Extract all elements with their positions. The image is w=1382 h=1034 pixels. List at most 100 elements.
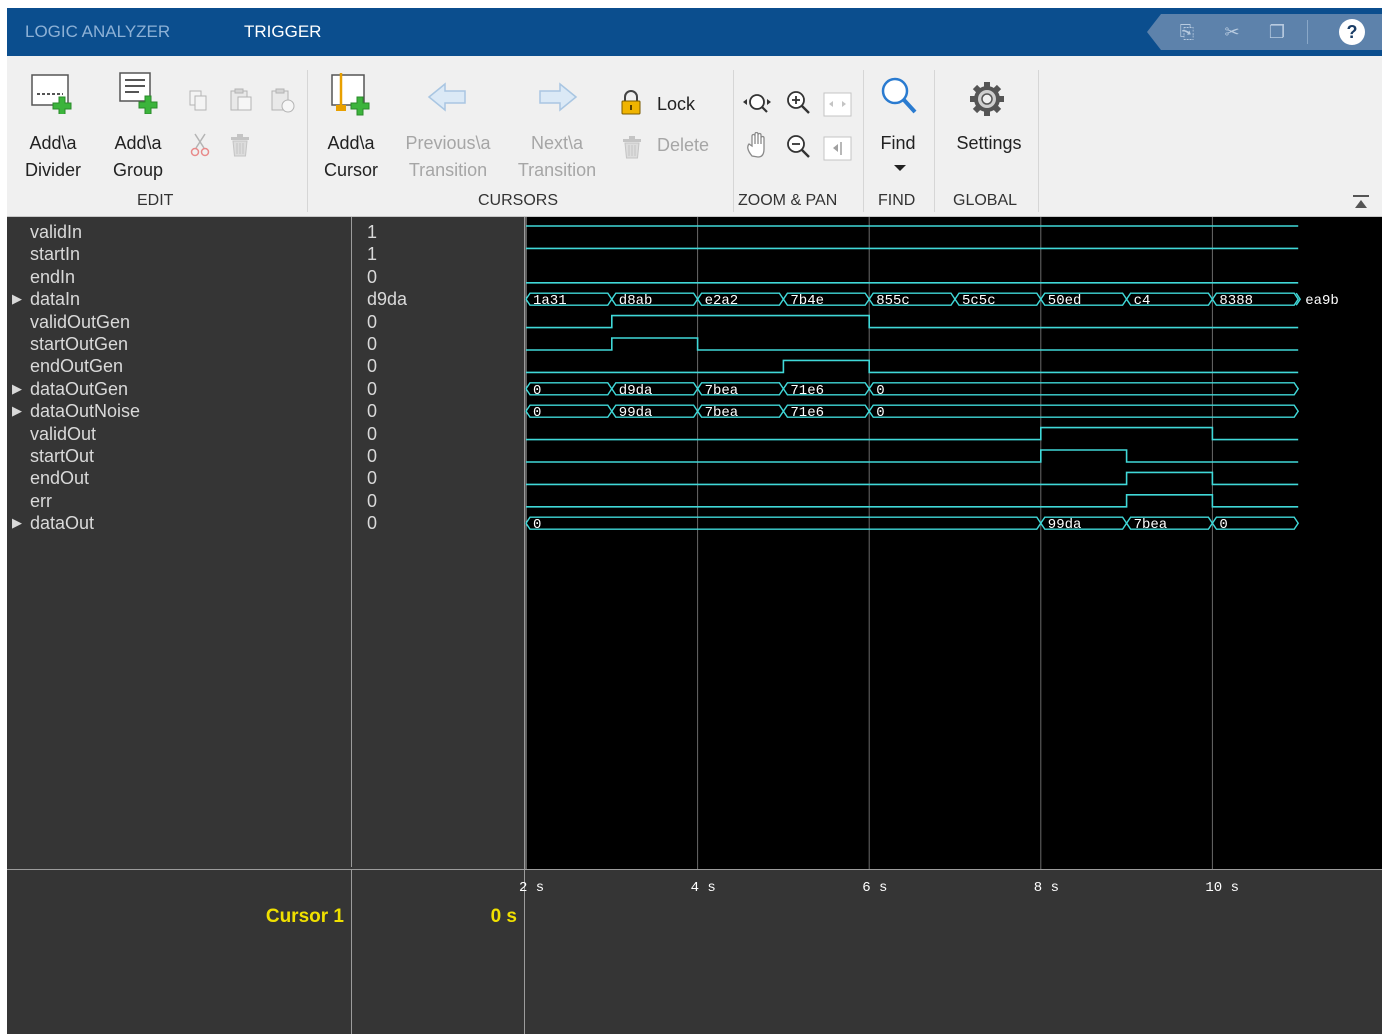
expand-dataOutNoise-icon[interactable]: ▶ (12, 400, 22, 422)
signal-name[interactable]: endIn (30, 266, 75, 288)
previous-transition-button[interactable]: Previous\a Transition (397, 130, 499, 184)
bus-value-label: e2a2 (705, 293, 739, 309)
bus-value-label: 855c (876, 293, 910, 309)
bus-value-label: ea9b (1305, 293, 1339, 309)
time-axis-panel: 2 s 4 s 6 s 8 s 10 s Cursor 1 0 s (7, 869, 1382, 1034)
signal-value: 0 (367, 423, 378, 444)
signal-name[interactable]: dataOutGen (30, 378, 128, 400)
bus-value-label: 7bea (1134, 517, 1168, 533)
collapse-toolstrip-icon[interactable] (1352, 194, 1370, 210)
time-tick-label: 6 s (862, 880, 888, 896)
delete-icon[interactable] (228, 132, 252, 158)
copy-icon[interactable]: ⎘ (1175, 20, 1199, 44)
signal-name[interactable]: endOutGen (30, 355, 123, 377)
signal-name[interactable]: dataOutNoise (30, 400, 140, 422)
bus-value-label: 7bea (705, 405, 739, 421)
logic-analyzer-window: LOGIC ANALYZER TRIGGER ⎘ ✂ ❐ ? Add\a Div… (7, 8, 1382, 1034)
signal-value: 0 (367, 401, 378, 422)
signal-value: 0 (367, 266, 378, 287)
bus-value-label: 0 (876, 383, 884, 399)
bus-segment (868, 382, 1300, 396)
bus-value-label: c4 (1134, 293, 1151, 309)
signal-name[interactable]: validOut (30, 423, 96, 445)
next-transition-button[interactable]: Next\a Transition (507, 130, 607, 184)
gear-icon (970, 82, 1004, 116)
add-group-button[interactable]: Add\a Group (105, 130, 171, 184)
tab-logic-analyzer[interactable]: LOGIC ANALYZER (25, 22, 170, 42)
bus-value-label: 0 (533, 405, 541, 421)
tab-bar: LOGIC ANALYZER TRIGGER ⎘ ✂ ❐ ? (7, 8, 1382, 56)
bus-value-label: 71e6 (790, 383, 824, 399)
signal-value: 0 (367, 446, 378, 466)
zoom-x-icon[interactable] (742, 92, 772, 116)
help-icon[interactable]: ? (1339, 19, 1365, 45)
find-icon (881, 77, 917, 114)
trace-startOutGen (526, 337, 1299, 351)
signal-name[interactable]: startOutGen (30, 333, 128, 355)
signal-name-column: validIn startIn endIn ▶ dataIn validOutGen sta… (7, 217, 351, 867)
pan-icon[interactable] (744, 132, 774, 160)
toolstrip: Add\a Divider Add\a Group EDIT Add\a Cur… (7, 56, 1382, 217)
signal-name[interactable]: err (30, 490, 52, 512)
quick-access-toolbar: ⎘ ✂ ❐ ? (1147, 14, 1382, 50)
bus-value-label: 8388 (1219, 293, 1253, 309)
zoom-in-icon[interactable] (786, 90, 812, 116)
paste-special-icon[interactable] (270, 88, 296, 114)
signal-name[interactable]: dataOut (30, 512, 94, 534)
cut-icon[interactable]: ✂ (1220, 20, 1244, 44)
signal-name[interactable]: startOut (30, 445, 94, 467)
signal-name[interactable]: validIn (30, 221, 82, 243)
find-button[interactable]: Find (869, 130, 927, 157)
add-cursor-icon (331, 73, 370, 116)
bus-segment (868, 404, 1300, 418)
signal-value: 0 (367, 311, 378, 332)
copy-icon[interactable] (189, 90, 209, 112)
signal-value: 0 (367, 356, 378, 377)
waveform-panel[interactable]: 1a31 d8ab e2a2 7b4e 855c 5c5c 50ed c4 8388 ea9b 0 d… (524, 217, 1382, 869)
zoom-pan-section-label: ZOOM & PAN (738, 192, 838, 209)
paste-icon[interactable]: ❐ (1265, 20, 1289, 44)
signal-name[interactable]: validOutGen (30, 311, 130, 333)
time-tick-label: 4 s (690, 880, 716, 896)
signal-value: 0 (367, 490, 378, 511)
signal-value: 1 (367, 244, 378, 265)
lock-button[interactable]: Lock (657, 91, 695, 118)
zoom-to-cursor-icon[interactable] (823, 136, 853, 162)
signal-name[interactable]: startIn (30, 243, 80, 265)
previous-transition-icon (427, 82, 466, 112)
bus-value-label: 7bea (705, 383, 739, 399)
next-transition-icon (539, 82, 578, 112)
expand-dataOut-icon[interactable]: ▶ (12, 512, 22, 534)
bus-value-label: 1a31 (533, 293, 567, 309)
time-tick-label: 10 s (1205, 880, 1239, 896)
trace-startOut (526, 449, 1299, 463)
signal-name[interactable]: endOut (30, 467, 89, 489)
delete-cursor-button[interactable]: Delete (657, 132, 709, 159)
add-cursor-button[interactable]: Add\a Cursor (318, 130, 384, 184)
cut-icon[interactable] (190, 132, 210, 158)
signal-display: validIn startIn endIn ▶ dataIn validOutGen sta… (7, 217, 1382, 1034)
bus-value-label: 0 (533, 517, 541, 533)
bus-value-label: d8ab (619, 293, 653, 309)
paste-icon[interactable] (229, 88, 253, 112)
tab-trigger[interactable]: TRIGGER (244, 22, 321, 42)
bus-value-label: 0 (1219, 517, 1227, 533)
expand-dataIn-icon[interactable]: ▶ (12, 288, 22, 310)
delete-cursor-icon (623, 136, 641, 159)
find-section-label: FIND (878, 192, 916, 209)
signal-value: 0 (367, 334, 378, 354)
signal-name[interactable]: dataIn (30, 288, 80, 310)
add-divider-button[interactable]: Add\a Divider (20, 130, 86, 184)
signal-value: d9da (367, 289, 408, 310)
lock-icon (621, 90, 641, 115)
settings-button[interactable]: Settings (944, 130, 1034, 157)
bus-value-label: d9da (619, 383, 653, 399)
signal-value: 0 (367, 468, 378, 489)
expand-dataOutGen-icon[interactable]: ▶ (12, 378, 22, 400)
zoom-out-icon[interactable] (786, 134, 812, 160)
edit-section-label: EDIT (137, 192, 174, 209)
chevron-down-icon[interactable] (893, 163, 907, 173)
add-group-icon (119, 72, 158, 114)
cursor-name[interactable]: Cursor 1 (7, 906, 344, 928)
fit-to-view-icon[interactable] (823, 92, 853, 118)
